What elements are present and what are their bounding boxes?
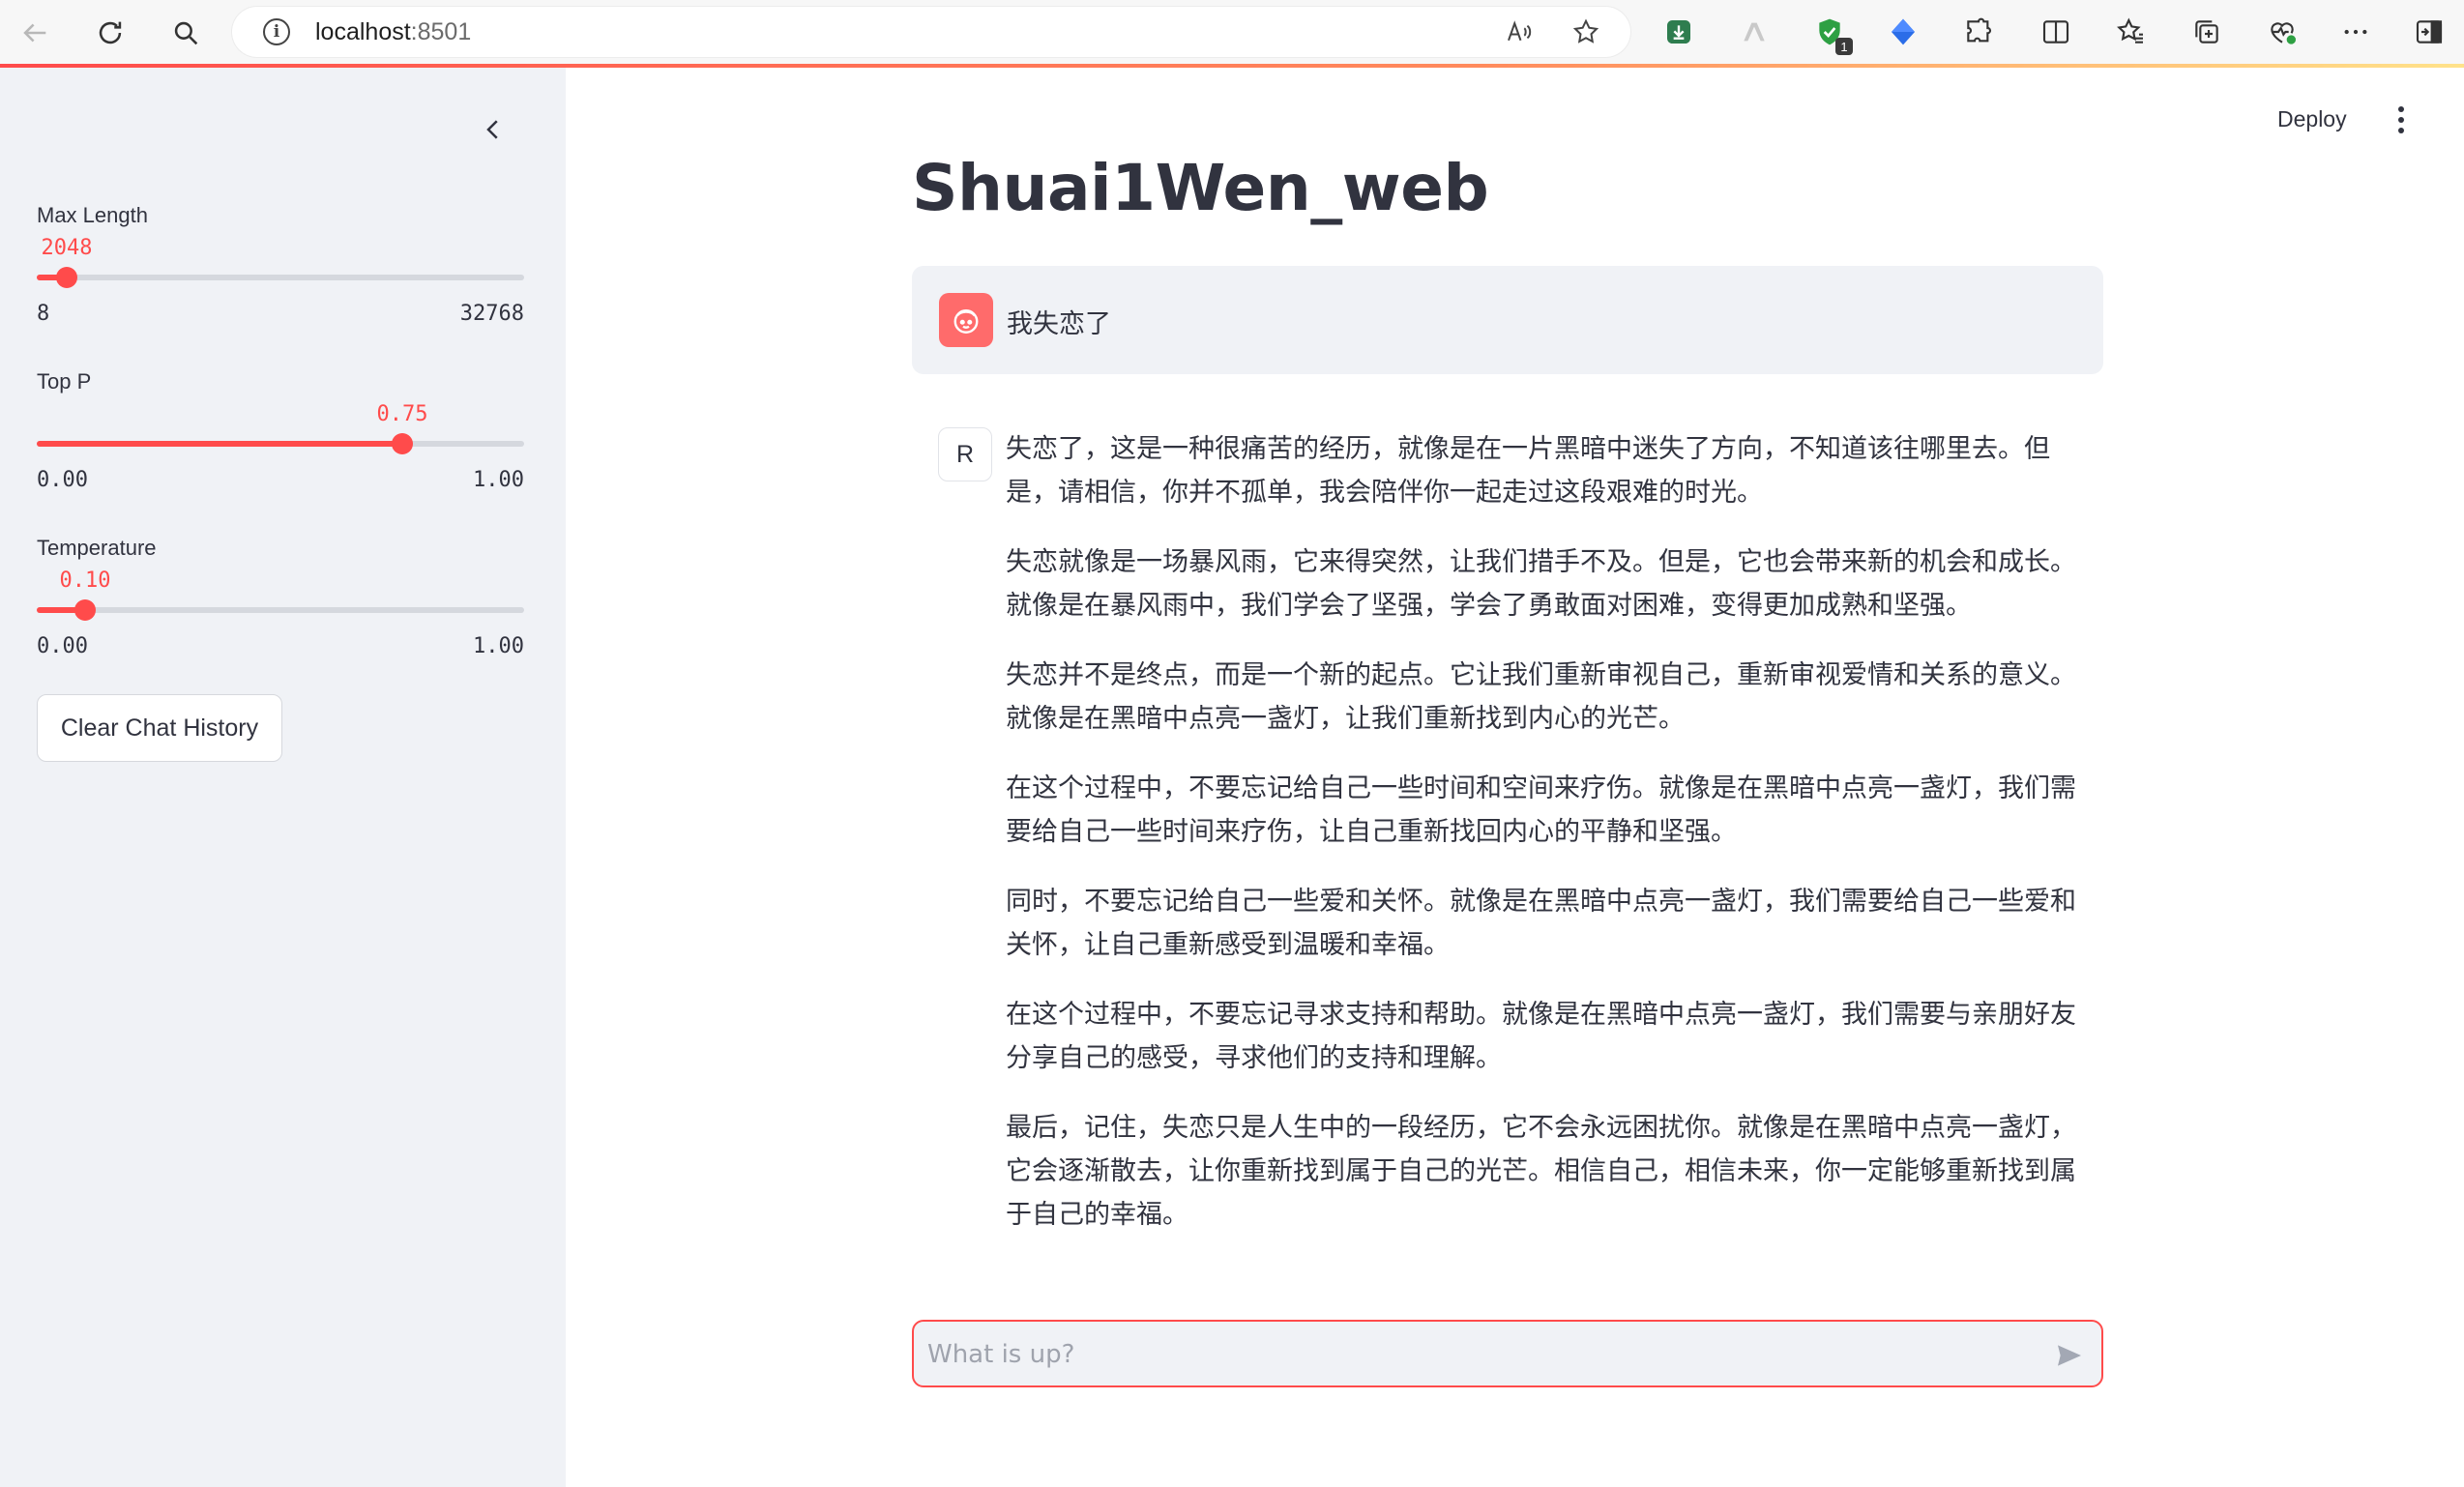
temperature-thumb[interactable] (74, 599, 96, 621)
reload-icon[interactable] (89, 12, 132, 54)
temperature-min: 0.00 (37, 634, 88, 658)
split-screen-icon[interactable] (2037, 13, 2075, 51)
top-p-min: 0.00 (37, 468, 88, 492)
top-p-track[interactable] (37, 433, 524, 454)
top-p-fill (37, 441, 402, 447)
user-message-text: 我失恋了 (1007, 309, 1111, 339)
diamond-extension-icon[interactable] (1884, 13, 1922, 51)
user-avatar-icon (939, 293, 993, 347)
bot-paragraph: 失恋了，这是一种很痛苦的经历，就像是在一片黑暗中迷失了方向，不知道该往哪里去。但… (1006, 434, 2050, 508)
collapse-sidebar-icon[interactable] (474, 110, 513, 149)
temperature-slider: Temperature 0.10 0.00 1.00 (37, 536, 524, 658)
extension-icon[interactable] (1735, 13, 1774, 51)
temperature-label: Temperature (37, 536, 157, 560)
temperature-max: 1.00 (473, 634, 524, 658)
browser-toolbar: i localhost:8501 1 (0, 0, 2464, 64)
max-length-thumb[interactable] (56, 267, 77, 288)
max-length-track[interactable] (37, 267, 524, 288)
collections-icon[interactable] (2187, 13, 2226, 51)
chat-input-container (912, 1320, 2103, 1387)
max-length-max: 32768 (459, 302, 524, 326)
sidebar: Max Length 2048 8 32768 Top P 0.75 0.00 … (0, 68, 566, 1487)
bot-paragraph: 失恋就像是一场暴风雨，它来得突然，让我们措手不及。但是，它也会带来新的机会和成长… (1006, 547, 2076, 621)
top-p-thumb[interactable] (392, 433, 413, 454)
bot-paragraph: 最后，记住，失恋只是人生中的一段经历，它不会永远困扰你。就像是在黑暗中点亮一盏灯… (1006, 1113, 2076, 1230)
bot-message: 失恋了，这是一种很痛苦的经历，就像是在一片黑暗中迷失了方向，不知道该往哪里去。但… (1006, 427, 2098, 1263)
favorite-star-icon[interactable] (1570, 16, 1601, 47)
temperature-track[interactable] (37, 599, 524, 621)
address-url[interactable]: localhost:8501 (315, 18, 471, 46)
max-length-min: 8 (37, 302, 50, 326)
puzzle-icon[interactable] (1959, 13, 1998, 51)
read-aloud-icon[interactable] (1503, 16, 1534, 47)
top-p-max: 1.00 (473, 468, 524, 492)
top-p-value: 0.75 (376, 402, 428, 426)
max-length-slider: Max Length 2048 8 32768 (37, 203, 524, 326)
top-p-label: Top P (37, 369, 92, 394)
download-extension-icon[interactable] (1659, 13, 1698, 51)
max-length-label: Max Length (37, 203, 148, 227)
shield-extension-icon[interactable]: 1 (1810, 13, 1853, 55)
address-bar[interactable]: i localhost:8501 (232, 7, 1630, 57)
more-icon[interactable] (2336, 13, 2375, 51)
main-content: Deploy Shuai1Wen_web 我失恋了 R 失恋了，这是一种很痛苦的… (566, 68, 2464, 1487)
deploy-button[interactable]: Deploy (2277, 106, 2347, 132)
user-message: 我失恋了 (912, 266, 2103, 374)
temperature-value: 0.10 (59, 569, 111, 593)
bot-paragraph: 在这个过程中，不要忘记给自己一些时间和空间来疗伤。就像是在黑暗中点亮一盏灯，我们… (1006, 773, 2076, 847)
favorites-icon[interactable] (2112, 13, 2151, 51)
send-icon[interactable] (2053, 1339, 2086, 1372)
heart-health-icon[interactable] (2263, 13, 2302, 51)
bot-avatar: R (938, 427, 992, 481)
site-info-icon[interactable]: i (263, 18, 290, 45)
max-length-value: 2048 (41, 236, 93, 260)
sidebar-toggle-icon[interactable] (2410, 13, 2449, 51)
back-icon[interactable] (14, 12, 56, 54)
bot-paragraph: 在这个过程中，不要忘记寻求支持和帮助。就像是在黑暗中点亮一盏灯，我们需要与亲朋好… (1006, 1000, 2076, 1073)
search-icon[interactable] (164, 12, 207, 54)
bot-paragraph: 同时，不要忘记给自己一些爱和关怀。就像是在黑暗中点亮一盏灯，我们需要给自己一些爱… (1006, 887, 2076, 960)
top-p-slider: Top P 0.75 0.00 1.00 (37, 369, 524, 492)
clear-chat-history-button[interactable]: Clear Chat History (37, 694, 282, 762)
bot-paragraph: 失恋并不是终点，而是一个新的起点。它让我们重新审视自己，重新审视爱情和关系的意义… (1006, 660, 2076, 734)
extension-badge: 1 (1835, 38, 1853, 55)
chat-input[interactable] (927, 1333, 2020, 1376)
page-title: Shuai1Wen_web (912, 151, 1489, 225)
main-menu-icon[interactable] (2384, 102, 2419, 137)
